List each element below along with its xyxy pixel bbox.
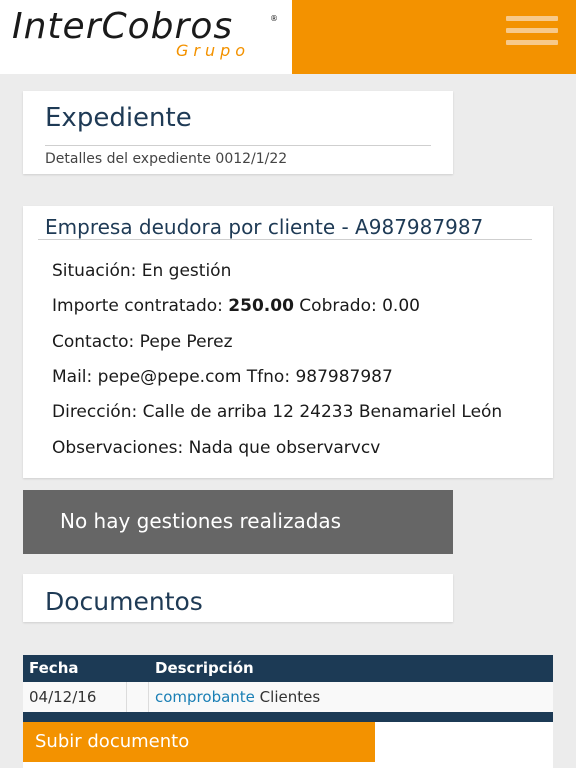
importe-line: Importe contratado: 250.00 Cobrado: 0.00: [52, 296, 420, 316]
empresa-card: Empresa deudora por cliente - A987987987…: [23, 206, 553, 478]
divider: [38, 239, 532, 240]
hamburger-menu-icon[interactable]: [506, 16, 558, 48]
descripcion-text: Clientes: [254, 688, 321, 706]
table-row: 04/12/16 comprobante Clientes: [23, 682, 553, 712]
cobrado-text: Cobrado: 0.00: [293, 296, 420, 316]
no-gestiones-banner: No hay gestiones realizadas: [23, 490, 453, 554]
logo[interactable]: InterCobros ® Grupo: [0, 0, 292, 74]
divider: [45, 145, 431, 146]
table-footer: [23, 712, 553, 722]
empresa-title: Empresa deudora por cliente - A987987987: [45, 215, 484, 239]
expediente-title: Expediente: [45, 103, 192, 133]
documentos-card: Documentos: [23, 574, 453, 622]
importe-value: 250.00: [228, 296, 294, 316]
logo-subtitle: Grupo: [176, 41, 251, 60]
importe-label: Importe contratado:: [52, 296, 229, 316]
mail-text: Mail: pepe@pepe.com Tfno: 987987987: [52, 367, 393, 387]
documentos-title: Documentos: [45, 587, 203, 616]
table-header: Fecha Descripción: [23, 655, 553, 682]
no-gestiones-text: No hay gestiones realizadas: [60, 509, 342, 533]
column-separator: [148, 682, 149, 712]
logo-registered-mark: ®: [270, 14, 278, 23]
contacto-text: Contacto: Pepe Perez: [52, 332, 233, 352]
column-header-descripcion: Descripción: [155, 659, 254, 677]
direccion-text: Dirección: Calle de arriba 12 24233 Bena…: [52, 402, 503, 422]
upload-area: Subir documento: [23, 722, 553, 768]
situacion-text: Situación: En gestión: [52, 261, 232, 281]
column-separator: [126, 682, 127, 712]
upload-document-button[interactable]: Subir documento: [23, 722, 375, 762]
observaciones-text: Observaciones: Nada que observarvcv: [52, 438, 381, 458]
descripcion-cell: comprobante Clientes: [155, 688, 320, 706]
upload-document-label: Subir documento: [35, 731, 190, 752]
app-header: InterCobros ® Grupo: [0, 0, 576, 74]
column-header-fecha: Fecha: [29, 659, 79, 677]
header-menu-bar: [292, 0, 576, 74]
comprobante-link[interactable]: comprobante: [155, 688, 255, 706]
fecha-cell: 04/12/16: [29, 688, 97, 706]
expediente-subtitle: Detalles del expediente 0012/1/22: [45, 151, 288, 167]
expediente-card: Expediente Detalles del expediente 0012/…: [23, 91, 453, 174]
